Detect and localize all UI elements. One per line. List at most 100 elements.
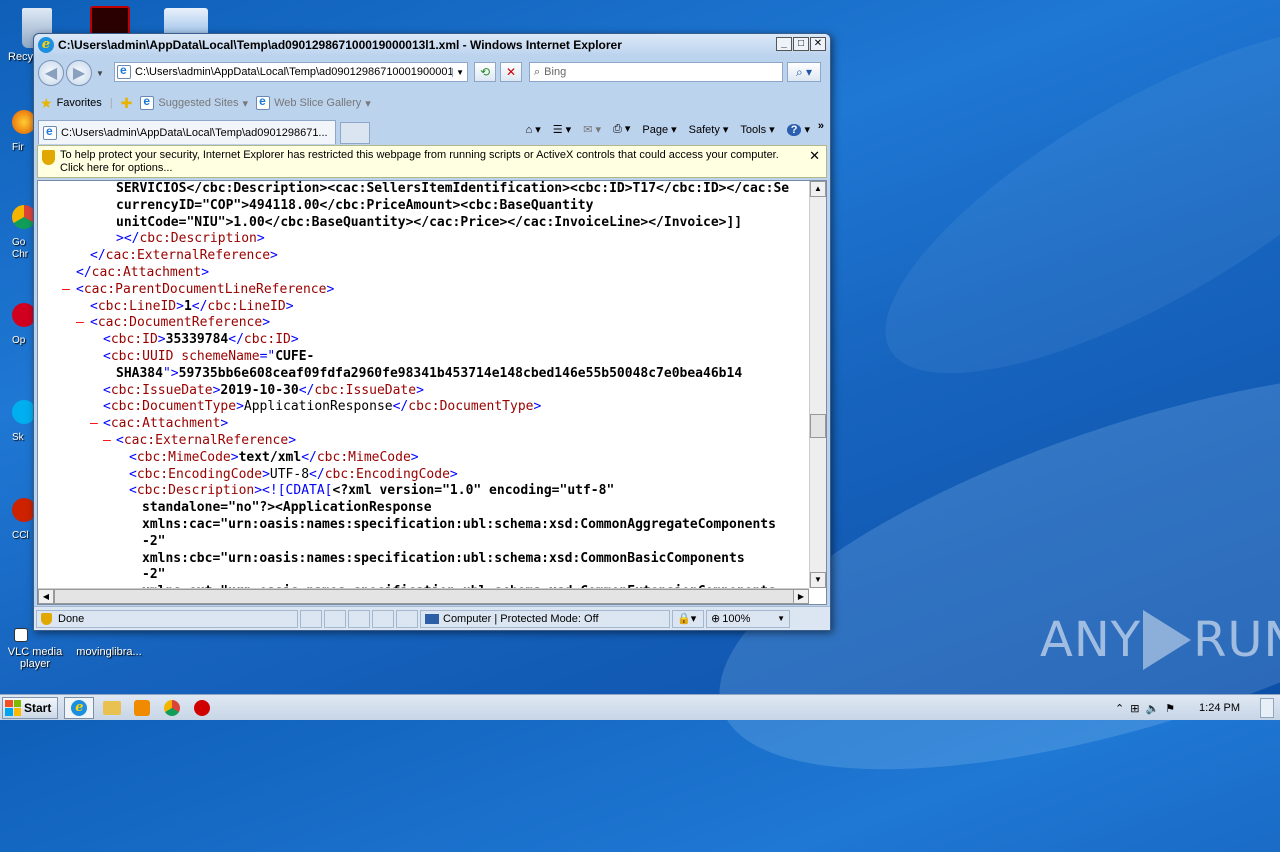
forward-button[interactable]: ▶ [66, 60, 92, 86]
suggested-sites-link[interactable]: Suggested Sites ▾ [140, 94, 248, 110]
address-dropdown-icon[interactable]: ▼ [452, 67, 467, 77]
zoom-level: 100% [722, 612, 751, 625]
anyrun-watermark: ANY RUN [1040, 610, 1280, 670]
xml-line: <cbc:LineID>1</cbc:LineID> [90, 298, 294, 314]
scroll-up-arrow-icon[interactable]: ▲ [810, 181, 826, 197]
scroll-right-arrow-icon[interactable]: ▶ [793, 589, 809, 604]
system-tray: ⌃ ⊞ 🔈 ⚑ 1:24 PM [1115, 695, 1280, 721]
windows-logo-icon [5, 699, 21, 716]
help-button[interactable]: ? ▾ [786, 123, 810, 136]
horizontal-scrollbar[interactable]: ◀ ▶ [38, 588, 809, 604]
taskbar-media-player-button[interactable] [130, 697, 154, 719]
clock[interactable]: 1:24 PM [1199, 702, 1240, 714]
rss-icon: ☰ [552, 123, 563, 136]
close-button[interactable]: ✕ [810, 37, 826, 51]
protected-mode-button[interactable]: 🔒 ▾ [672, 609, 704, 628]
action-center-flag-icon[interactable]: ⚑ [1165, 702, 1175, 715]
refresh-button[interactable]: ⟲ [474, 62, 496, 82]
security-zone[interactable]: Computer | Protected Mode: Off [420, 609, 670, 628]
separator: | [109, 97, 113, 109]
minimize-button[interactable]: _ [776, 37, 792, 51]
print-button[interactable]: ⎙ ▾ [613, 122, 630, 136]
favorites-bar: ★ Favorites | ✚ Suggested Sites ▾ Web Sl… [34, 90, 830, 116]
watermark-text-left: ANY [1040, 612, 1142, 668]
xml-line[interactable]: – <cac:ParentDocumentLineReference> [38, 282, 809, 299]
xml-line[interactable]: – <cac:ExternalReference> [38, 433, 809, 450]
safety-menu-label: Safety [688, 123, 720, 136]
search-input[interactable]: Bing [544, 66, 566, 78]
help-icon: ? [786, 123, 802, 136]
xml-line: SHA384">59735bb6e608ceaf09fdfa2960fe9834… [116, 365, 743, 381]
bing-search-icon: ⌕ [534, 65, 541, 78]
stop-button[interactable]: ✕ [500, 62, 522, 82]
home-button[interactable]: ⌂ ▾ [526, 123, 541, 136]
page-icon [43, 124, 57, 140]
xml-line: </cac:ExternalReference> [90, 248, 278, 264]
tab-bar: C:\Users\admin\AppData\Local\Temp\ad0901… [34, 118, 830, 144]
xml-line[interactable]: – <cac:Attachment> [38, 416, 809, 433]
back-button[interactable]: ◀ [38, 60, 64, 86]
volume-icon[interactable]: 🔈 [1145, 702, 1159, 715]
web-slice-gallery-label: Web Slice Gallery [274, 97, 362, 109]
taskbar-ie-button[interactable]: e [64, 696, 95, 719]
network-icon[interactable]: ⊞ [1130, 702, 1139, 715]
horizontal-scroll-thumb[interactable] [54, 589, 794, 604]
vertical-scroll-thumb[interactable] [810, 414, 826, 438]
home-icon: ⌂ [525, 123, 533, 136]
show-desktop-button[interactable] [1260, 698, 1274, 718]
scroll-down-arrow-icon[interactable]: ▼ [810, 572, 826, 588]
tab-current[interactable]: C:\Users\admin\AppData\Local\Temp\ad0901… [38, 120, 336, 144]
read-mail-icon[interactable]: ✉ ▾ [583, 123, 601, 136]
tab-label: C:\Users\admin\AppData\Local\Temp\ad0901… [61, 126, 328, 139]
address-bar[interactable]: C:\Users\admin\AppData\Local\Temp\ad0901… [114, 62, 468, 82]
desktop-icon-movinglibra[interactable]: movinglibra... [74, 646, 144, 658]
maximize-button[interactable]: □ [793, 37, 809, 51]
new-tab-button[interactable] [340, 122, 370, 144]
chevron-more-icon[interactable]: » [818, 120, 824, 132]
shield-warning-icon [42, 150, 55, 165]
desktop-icon-vlc[interactable]: VLC media player [0, 628, 70, 670]
xml-line: <cbc:EncodingCode>UTF-8</cbc:EncodingCod… [129, 466, 458, 482]
xml-viewer[interactable]: SERVICIOS</cbc:Description><cac:SellersI… [37, 180, 827, 605]
search-box[interactable]: ⌕ Bing [529, 62, 783, 82]
web-slice-gallery-link[interactable]: Web Slice Gallery ▾ [256, 94, 371, 110]
tools-menu[interactable]: Tools ▾ [740, 123, 774, 136]
desktop-icon-label: movinglibra... [76, 646, 142, 658]
title-bar[interactable]: e C:\Users\admin\AppData\Local\Temp\ad09… [34, 34, 830, 56]
lock-icon: 🔒 [677, 613, 691, 625]
taskbar-opera-button[interactable] [190, 697, 214, 719]
tools-menu-label: Tools [740, 123, 767, 136]
tray-expand-icon[interactable]: ⌃ [1115, 702, 1124, 715]
add-to-favorites-icon[interactable]: ✚ [121, 95, 133, 112]
scroll-left-arrow-icon[interactable]: ◀ [38, 589, 54, 604]
taskbar-chrome-button[interactable] [160, 697, 184, 719]
collapse-toggle[interactable]: – [90, 416, 98, 433]
favorites-button[interactable]: ★ Favorites [40, 95, 102, 112]
collapse-toggle[interactable]: – [76, 315, 84, 332]
xml-line: currencyID="COP">494118.00</cbc:PriceAmo… [116, 197, 594, 213]
vertical-scrollbar[interactable]: ▲ ▼ [809, 181, 826, 588]
page-menu[interactable]: Page ▾ [642, 123, 676, 136]
status-pane [396, 609, 418, 628]
safety-menu[interactable]: Safety ▾ [689, 123, 729, 136]
stop-icon: ✕ [505, 65, 517, 79]
collapse-toggle[interactable]: – [62, 282, 70, 299]
xml-line: <cbc:UUID schemeName="CUFE- [103, 348, 315, 364]
start-button[interactable]: Start [2, 696, 59, 719]
information-bar[interactable]: To help protect your security, Internet … [37, 145, 827, 178]
history-dropdown-icon[interactable]: ▼ [96, 69, 104, 78]
zoom-dropdown-icon[interactable]: ▼ [777, 614, 785, 623]
feeds-button[interactable]: ☰ ▾ [553, 123, 571, 136]
collapse-toggle[interactable]: – [103, 433, 111, 450]
xml-line[interactable]: – <cac:DocumentReference> [38, 315, 809, 332]
address-input[interactable]: C:\Users\admin\AppData\Local\Temp\ad0901… [135, 66, 452, 78]
refresh-icon: ⟲ [479, 65, 491, 79]
zoom-control[interactable]: ⊕ 100% ▼ [706, 609, 790, 628]
ie-icon: e [71, 699, 88, 716]
shortcut-arrow-icon [14, 628, 28, 642]
taskbar-explorer-button[interactable] [100, 697, 124, 719]
close-icon[interactable]: ✕ [809, 149, 820, 162]
window-title: C:\Users\admin\AppData\Local\Temp\ad0901… [58, 38, 622, 52]
xml-line: xmlns:cbc="urn:oasis:names:specification… [142, 550, 745, 566]
search-button[interactable]: ⌕ ▾ [787, 62, 821, 82]
